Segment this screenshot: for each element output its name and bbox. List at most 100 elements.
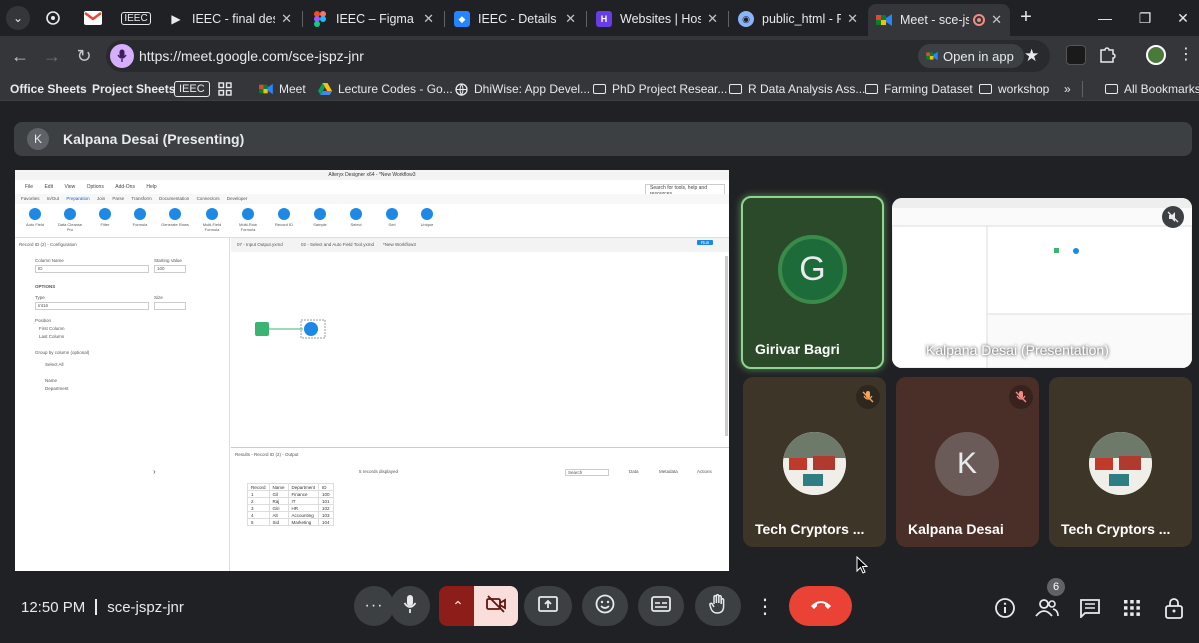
close-tab-icon[interactable]: ✕	[847, 11, 858, 27]
bookmark-workshop[interactable]: workshop	[978, 80, 1049, 98]
participant-avatar: K	[935, 432, 999, 496]
bookmark-all-bookmarks[interactable]: All Bookmarks	[1104, 80, 1199, 98]
bookmark-star-icon[interactable]: ★	[1024, 46, 1039, 66]
tab-label: Websites | Hostin	[620, 12, 702, 26]
raise-hand-button[interactable]	[695, 586, 741, 626]
tab-jira[interactable]: ◆ IEEC - Details - Ji ✕	[446, 4, 584, 34]
table-cell: Giri	[268, 504, 289, 512]
reload-button[interactable]: ↻	[72, 44, 96, 68]
close-tab-icon[interactable]: ✕	[281, 11, 292, 27]
tab-hostinger[interactable]: H Websites | Hostin ✕	[588, 4, 726, 34]
browser-menu-icon[interactable]: ⋮	[1178, 44, 1194, 64]
tab-youtube[interactable]: ▶ IEEC - final desig ✕	[160, 4, 300, 34]
close-tab-icon[interactable]: ✕	[423, 11, 434, 27]
close-tab-icon[interactable]: ✕	[707, 11, 718, 27]
gmail-icon	[84, 11, 102, 25]
results-search: Search	[565, 469, 609, 476]
site-info-icon[interactable]	[110, 44, 134, 68]
tab-figma[interactable]: IEEC – Figma ✕	[304, 4, 442, 34]
hostinger-icon: H	[596, 11, 612, 27]
new-tab-button[interactable]: +	[1015, 7, 1037, 29]
tab-search-button[interactable]: ⌄	[6, 6, 30, 30]
minimize-button[interactable]: —	[1090, 6, 1120, 30]
camera-options-button[interactable]: ⌃	[439, 586, 477, 626]
table-row: 3 Giri HR 102	[247, 504, 334, 512]
table-cell: 4	[247, 511, 270, 519]
emoji-reactions-button[interactable]	[582, 586, 628, 626]
host-controls-icon[interactable]	[1162, 596, 1186, 620]
youtube-icon: ▶	[171, 12, 181, 26]
tool-generate-rows: Generate Rows	[161, 208, 189, 227]
bookmark-r-data-analysis[interactable]: R Data Analysis Ass...	[728, 80, 865, 98]
more-options-button[interactable]: ⋮	[751, 586, 779, 626]
present-screen-button[interactable]	[524, 586, 572, 626]
hand-icon	[709, 593, 727, 619]
bookmark-label: Office Sheets	[10, 82, 87, 96]
participant-tile-kalpana[interactable]: K Kalpana Desai	[896, 377, 1039, 547]
address-bar[interactable]: https://meet.google.com/sce-jspz-jnr Ope…	[106, 40, 1050, 72]
recording-icon	[973, 14, 986, 26]
forward-button[interactable]: →	[40, 44, 64, 68]
tab-label: Meet - sce-js	[900, 13, 970, 27]
folder-icon	[592, 82, 606, 96]
apps-grid-icon[interactable]	[218, 80, 232, 98]
meeting-details-icon[interactable]	[993, 596, 1017, 620]
last-column-radio: Last Column	[39, 334, 65, 339]
profile-avatar[interactable]	[1146, 45, 1166, 65]
participant-tile-girivar[interactable]: G Girivar Bagri	[741, 196, 884, 369]
shared-screen[interactable]: Alteryx Designer x64 - *New Workflow3 Fi…	[15, 170, 729, 571]
tool-data-cleanse: Data Cleanse Pro	[56, 208, 84, 232]
bookmark-lecture-codes[interactable]: Lecture Codes - Go...	[318, 80, 453, 98]
bookmark-project-sheets[interactable]: Project Sheets	[92, 80, 175, 98]
starting-value-label: Starting Value	[154, 258, 182, 263]
folder-icon	[864, 82, 878, 96]
bookmark-phd-project[interactable]: PhD Project Resear...	[592, 80, 727, 98]
records-count: 5 records displayed	[359, 469, 399, 474]
bookmark-farming-dataset[interactable]: Farming Dataset	[864, 80, 973, 98]
group-by-label: Group by column (optional)	[35, 350, 90, 355]
pinned-tab-gmail[interactable]	[82, 7, 104, 29]
table-row: 2 Raj IT 101	[247, 497, 334, 505]
bookmark-meet[interactable]: Meet	[259, 80, 306, 98]
more-bookmarks-chevron-icon[interactable]: »	[1064, 80, 1071, 98]
participant-tile-tech-cryptors-2[interactable]: Tech Cryptors ...	[1049, 377, 1192, 547]
close-tab-icon[interactable]: ✕	[565, 11, 576, 27]
bookmark-dhiwise[interactable]: DhiWise: App Devel...	[454, 80, 590, 98]
presenter-banner: K Kalpana Desai (Presenting)	[14, 122, 1192, 156]
category-tab: Favorites	[21, 196, 40, 201]
back-button[interactable]: ←	[8, 44, 32, 68]
table-cell: 1	[247, 490, 270, 498]
close-tab-icon[interactable]: ✕	[991, 12, 1002, 28]
restore-button[interactable]: ❐	[1130, 6, 1160, 30]
chevron-up-icon: ⌃	[452, 597, 464, 614]
meet-stage: K Kalpana Desai (Presenting) Alteryx Des…	[0, 102, 1199, 643]
open-in-app-button[interactable]: Open in app	[918, 44, 1024, 68]
menu-view: View	[64, 184, 76, 190]
extension-icon[interactable]	[1066, 45, 1086, 65]
pinned-tab-chatgpt[interactable]	[42, 7, 64, 29]
bookmark-office-sheets[interactable]: Office Sheets	[10, 80, 87, 98]
leave-call-button[interactable]	[789, 586, 852, 626]
participant-tile-tech-cryptors-1[interactable]: Tech Cryptors ...	[743, 377, 886, 547]
camera-button[interactable]	[474, 586, 518, 626]
extensions-puzzle-icon[interactable]	[1098, 45, 1118, 65]
table-header-row: Record Name Department ID	[247, 483, 334, 491]
table-row: 4 Alt Accounting 103	[247, 511, 334, 519]
tool-label: Auto Field	[25, 222, 44, 227]
tab-meet[interactable]: Meet - sce-js ✕	[868, 4, 1010, 36]
captions-button[interactable]	[638, 586, 684, 626]
close-window-button[interactable]: ✕	[1168, 6, 1198, 30]
workflow-diagram	[255, 256, 728, 436]
activities-icon[interactable]	[1120, 596, 1144, 620]
pinned-tab-iec[interactable]: IEEC	[120, 7, 152, 29]
tab-file-manager[interactable]: ◉ public_html - File ✕	[730, 4, 866, 34]
microphone-button[interactable]	[390, 586, 430, 626]
column-name-input: ID	[35, 265, 149, 273]
table-header: Record	[247, 483, 270, 491]
chat-icon[interactable]	[1078, 596, 1102, 620]
people-icon[interactable]	[1035, 596, 1059, 620]
unpin-presentation-icon[interactable]	[1162, 206, 1184, 228]
bookmark-iec[interactable]: IEEC	[174, 80, 210, 98]
presentation-preview-tile[interactable]: Kalpana Desai (Presentation)	[892, 198, 1192, 368]
group-field-department: Department	[45, 386, 69, 391]
